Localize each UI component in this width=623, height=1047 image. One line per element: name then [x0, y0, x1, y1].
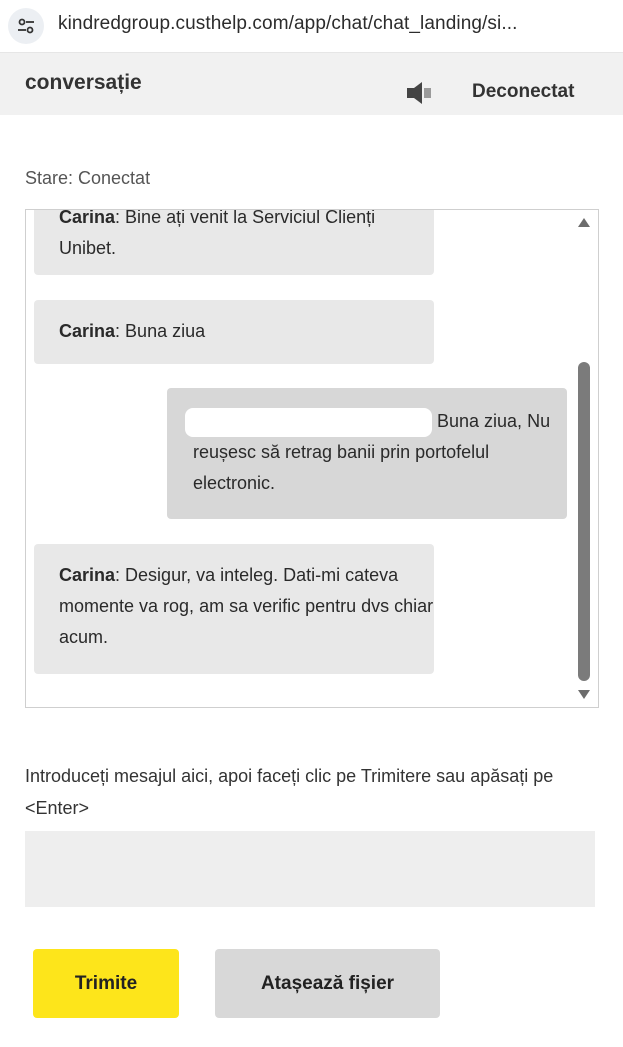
send-button[interactable]: Trimite	[33, 949, 179, 1018]
message-sender: Carina	[59, 565, 116, 585]
disconnect-button[interactable]: Deconectat	[472, 81, 574, 103]
tune-icon	[18, 18, 34, 34]
composer-hint: Introduceți mesajul aici, apoi faceți cl…	[25, 766, 554, 818]
user-message: Buna ziua, Nu reușesc să retrag banii pr…	[167, 388, 567, 519]
agent-message: Carina: Buna ziua	[34, 300, 434, 364]
message-sender: Carina	[59, 321, 116, 341]
page-title: conversație	[25, 71, 142, 94]
connection-status: Stare: Conectat	[25, 168, 151, 188]
attach-file-button[interactable]: Atașează fișier	[215, 949, 440, 1018]
message-text: Buna ziua,	[437, 411, 523, 431]
url-text[interactable]: kindredgroup.custhelp.com/app/chat/chat_…	[58, 13, 517, 35]
scroll-down-arrow-icon[interactable]	[578, 690, 590, 699]
chat-transcript[interactable]: Carina: Bine ați venit la Serviciul Clie…	[25, 209, 599, 708]
message-sender: Carina	[59, 209, 116, 227]
message-input[interactable]	[25, 831, 595, 907]
agent-message: Carina: Desigur, va inteleg. Dati-mi cat…	[34, 544, 434, 674]
agent-message: Carina: Bine ați venit la Serviciul Clie…	[34, 209, 434, 275]
site-info-button[interactable]	[8, 8, 44, 44]
redacted-name	[185, 407, 432, 437]
scrollbar-thumb[interactable]	[578, 362, 590, 681]
address-bar[interactable]: kindredgroup.custhelp.com/app/chat/chat_…	[0, 0, 623, 53]
message-text: Buna ziua	[125, 321, 206, 341]
speaker-icon[interactable]	[405, 81, 435, 105]
scroll-up-arrow-icon[interactable]	[578, 218, 590, 227]
